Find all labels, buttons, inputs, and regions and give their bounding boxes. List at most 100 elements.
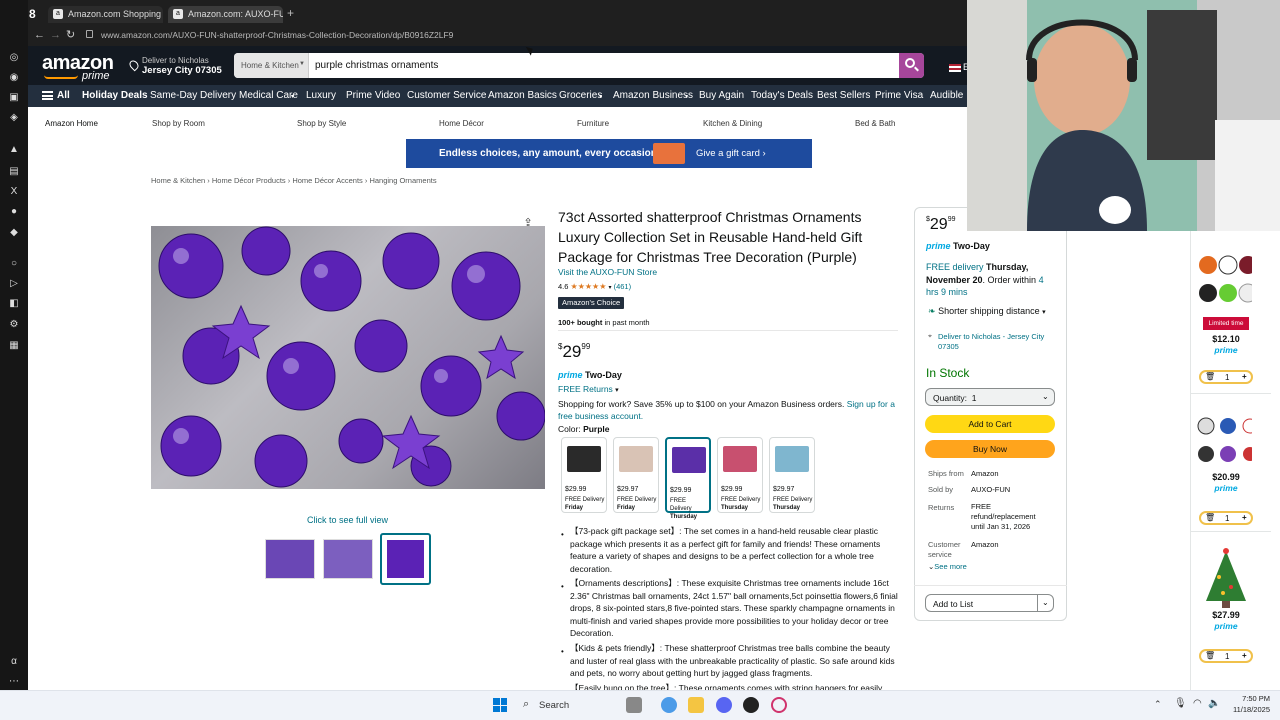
nav-amazon-basics[interactable]: Amazon Basics (488, 90, 557, 101)
sidebar-app-icon[interactable]: ▲ (7, 144, 21, 156)
copilot-icon[interactable] (661, 697, 677, 713)
plus-icon[interactable]: + (1242, 651, 1247, 660)
pokeball-ornaments-image[interactable] (1196, 416, 1252, 466)
wifi-icon[interactable]: ◠ (1193, 698, 1202, 709)
clock-time[interactable]: 7:50 PM (1230, 694, 1270, 703)
breadcrumb-item[interactable]: Home Décor Accents (292, 176, 362, 185)
deliver-to-line1[interactable]: Deliver to Nicholas (142, 56, 209, 65)
search-button[interactable] (899, 53, 924, 78)
plus-icon[interactable]: + (1242, 513, 1247, 522)
star-rating-icon[interactable]: ★★★★★ (571, 282, 607, 291)
category-shop-by-room[interactable]: Shop by Room (152, 119, 205, 128)
sold-by-link[interactable]: AUXO-FUN (971, 485, 1010, 494)
chevron-down-icon[interactable]: ▾ (608, 285, 611, 291)
sidebar-app-icon[interactable]: ▷ (7, 278, 21, 290)
sidebar-app-icon[interactable]: ▦ (7, 340, 21, 352)
shorter-shipping[interactable]: ❧ Shorter shipping distance ▾ (928, 306, 1046, 317)
color-swatch-champagne[interactable]: $29.97 FREE Delivery Friday (613, 437, 659, 513)
sidebar-whatsapp-icon[interactable]: ◎ (7, 52, 21, 64)
deliver-to-line2[interactable]: Jersey City 07305 (142, 65, 222, 76)
add-to-list-button[interactable]: Add to List ⌄ (925, 594, 1054, 612)
nav-luxury[interactable]: Luxury (306, 90, 336, 101)
tab-amazon-product[interactable]: a Amazon.com: AUXO-FUN (168, 6, 283, 23)
nav-holiday-deals[interactable]: Holiday Deals (82, 90, 148, 101)
quantity-stepper[interactable]: 🗑 1 + (1199, 511, 1253, 525)
sidebar-app-icon[interactable]: ▤ (7, 166, 21, 178)
deliver-to-link[interactable]: Deliver to Nicholas - Jersey City 07305 (938, 332, 1058, 352)
nav-groceries[interactable]: Groceries (559, 90, 602, 101)
nav-all[interactable]: All (57, 90, 70, 101)
plus-icon[interactable]: + (1242, 372, 1247, 381)
category-bed-bath[interactable]: Bed & Bath (855, 119, 895, 128)
sidebar-app-icon[interactable]: ● (7, 206, 21, 218)
thumbnail-2[interactable] (323, 539, 373, 579)
product-main-image[interactable] (151, 226, 545, 489)
nightmare-ornaments-image[interactable] (1196, 253, 1252, 307)
add-to-cart-button[interactable]: Add to Cart (925, 415, 1055, 433)
nav-audible[interactable]: Audible (930, 90, 963, 101)
nav-amazon-business[interactable]: Amazon Business (613, 90, 693, 101)
thumbnail-1[interactable] (265, 539, 315, 579)
microphone-icon[interactable]: 🎙 (1174, 698, 1187, 709)
free-delivery-link[interactable]: FREE delivery (926, 262, 984, 272)
volume-icon[interactable]: 🔈 (1208, 698, 1220, 709)
sidebar-app-icon[interactable]: ▣ (7, 92, 21, 104)
nav-buy-again[interactable]: Buy Again (699, 90, 744, 101)
click-full-view-link[interactable]: Click to see full view (307, 515, 388, 525)
breadcrumb-item[interactable]: Home & Kitchen (151, 176, 205, 185)
tray-chevron-icon[interactable]: ⌃ (1154, 699, 1162, 710)
see-more-link[interactable]: ⌄See more (928, 562, 967, 571)
category-amazon-home[interactable]: Amazon Home (45, 119, 98, 128)
breadcrumb-item[interactable]: Home Décor Products (212, 176, 286, 185)
sidebar-settings-icon[interactable]: ⚙ (7, 319, 21, 331)
nav-prime-visa[interactable]: Prime Visa (875, 90, 923, 101)
free-returns-link[interactable]: FREE Returns ▾ (558, 384, 619, 394)
category-home-decor[interactable]: Home Décor (439, 119, 484, 128)
sidebar-more-icon[interactable]: ⋯ (7, 676, 21, 688)
sidebar-app-icon[interactable]: ◈ (7, 112, 21, 124)
nav-prime-video[interactable]: Prime Video (346, 90, 400, 101)
search-scope-select[interactable]: Home & Kitchen ▼ (234, 53, 309, 78)
sidebar-x-icon[interactable]: X (7, 186, 21, 198)
category-kitchen-dining[interactable]: Kitchen & Dining (703, 119, 762, 128)
nav-medical-care[interactable]: Medical Care (239, 90, 298, 101)
tab-amazon-shopping[interactable]: a Amazon.com Shopping C (48, 6, 163, 23)
nav-customer-service[interactable]: Customer Service (407, 90, 486, 101)
trash-icon[interactable]: 🗑 (1205, 651, 1215, 660)
color-swatch-pink[interactable]: $29.99 FREE Delivery Thursday (717, 437, 763, 513)
clock-date[interactable]: 11/18/2025 (1224, 705, 1270, 714)
visit-store-link[interactable]: Visit the AUXO-FUN Store (558, 267, 657, 277)
discord-icon[interactable] (716, 697, 732, 713)
breadcrumb-item[interactable]: Hanging Ornaments (369, 176, 436, 185)
review-count[interactable]: (461) (614, 282, 632, 291)
file-explorer-icon[interactable] (688, 697, 704, 713)
nav-todays-deals[interactable]: Today's Deals (751, 90, 813, 101)
christmas-tree-image[interactable] (1201, 547, 1251, 609)
share-icon[interactable]: ⇪ (519, 216, 537, 232)
sidebar-app-icon[interactable]: ○ (7, 258, 21, 270)
buy-now-button[interactable]: Buy Now (925, 440, 1055, 458)
forward-icon[interactable]: → (50, 29, 61, 41)
sidebar-app-icon[interactable]: ◧ (7, 298, 21, 310)
search-input[interactable]: purple christmas ornaments (315, 60, 438, 71)
reload-icon[interactable]: ↻ (66, 28, 75, 41)
color-swatch-blue[interactable]: $29.97 FREE Delivery Thursday (769, 437, 815, 513)
taskbar-app-icon[interactable] (743, 697, 759, 713)
opera-icon[interactable] (771, 697, 787, 713)
category-furniture[interactable]: Furniture (577, 119, 609, 128)
nav-best-sellers[interactable]: Best Sellers (817, 90, 870, 101)
quantity-select[interactable]: Quantity: 1 ⌄ (925, 388, 1055, 406)
quantity-stepper[interactable]: 🗑 1 + (1199, 370, 1253, 384)
new-tab-button[interactable]: + (287, 6, 294, 20)
back-icon[interactable]: ← (34, 29, 45, 41)
trash-icon[interactable]: 🗑 (1205, 513, 1215, 522)
color-swatch-black[interactable]: $29.99 FREE Delivery Friday (561, 437, 607, 513)
sidebar-app-icon[interactable]: ◆ (7, 227, 21, 239)
category-shop-by-style[interactable]: Shop by Style (297, 119, 346, 128)
taskbar-search[interactable]: Search (539, 700, 569, 711)
us-flag-icon[interactable] (949, 64, 961, 72)
quantity-stepper[interactable]: 🗑 1 + (1199, 649, 1253, 663)
url-field[interactable]: www.amazon.com/AUXO-FUN-shatterproof-Chr… (101, 30, 453, 40)
trash-icon[interactable]: 🗑 (1205, 372, 1215, 381)
color-swatch-purple-selected[interactable]: $29.99 FREE Delivery Thursday (665, 437, 711, 520)
